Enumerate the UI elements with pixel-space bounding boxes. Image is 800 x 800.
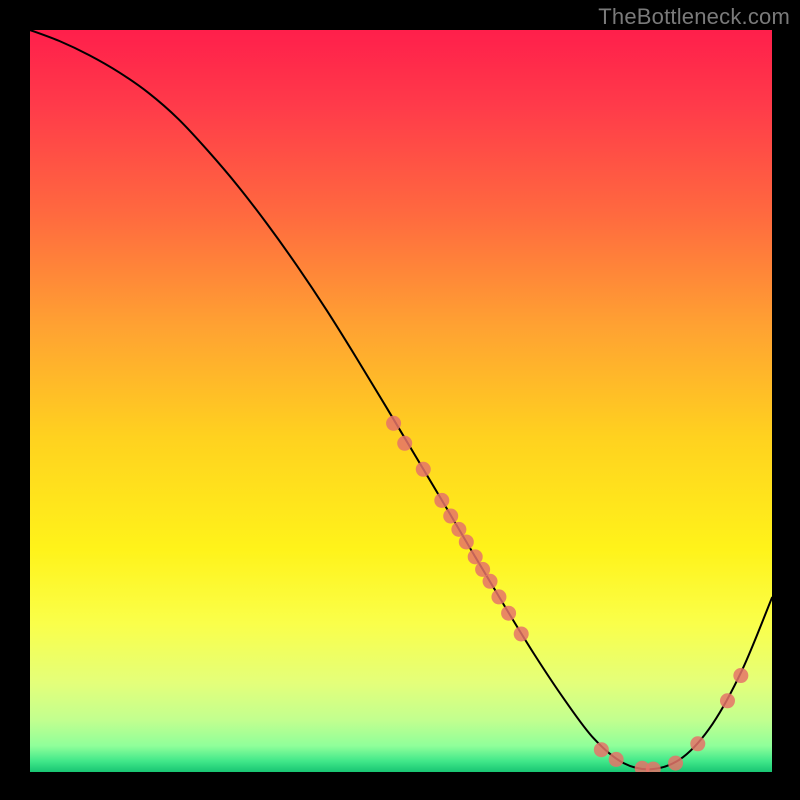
bottleneck-chart [0, 0, 800, 800]
data-marker [483, 574, 498, 589]
data-marker [491, 589, 506, 604]
data-marker [443, 509, 458, 524]
data-marker [451, 522, 466, 537]
data-marker [733, 668, 748, 683]
data-marker [720, 693, 735, 708]
data-marker [514, 626, 529, 641]
data-marker [594, 742, 609, 757]
data-marker [609, 752, 624, 767]
data-marker [416, 462, 431, 477]
chart-stage: TheBottleneck.com [0, 0, 800, 800]
data-marker [501, 606, 516, 621]
data-marker [397, 436, 412, 451]
data-marker [468, 549, 483, 564]
data-marker [668, 756, 683, 771]
data-marker [690, 736, 705, 751]
data-marker [434, 493, 449, 508]
data-marker [646, 762, 661, 777]
gradient-background [30, 30, 772, 772]
data-marker [386, 416, 401, 431]
data-marker [459, 534, 474, 549]
